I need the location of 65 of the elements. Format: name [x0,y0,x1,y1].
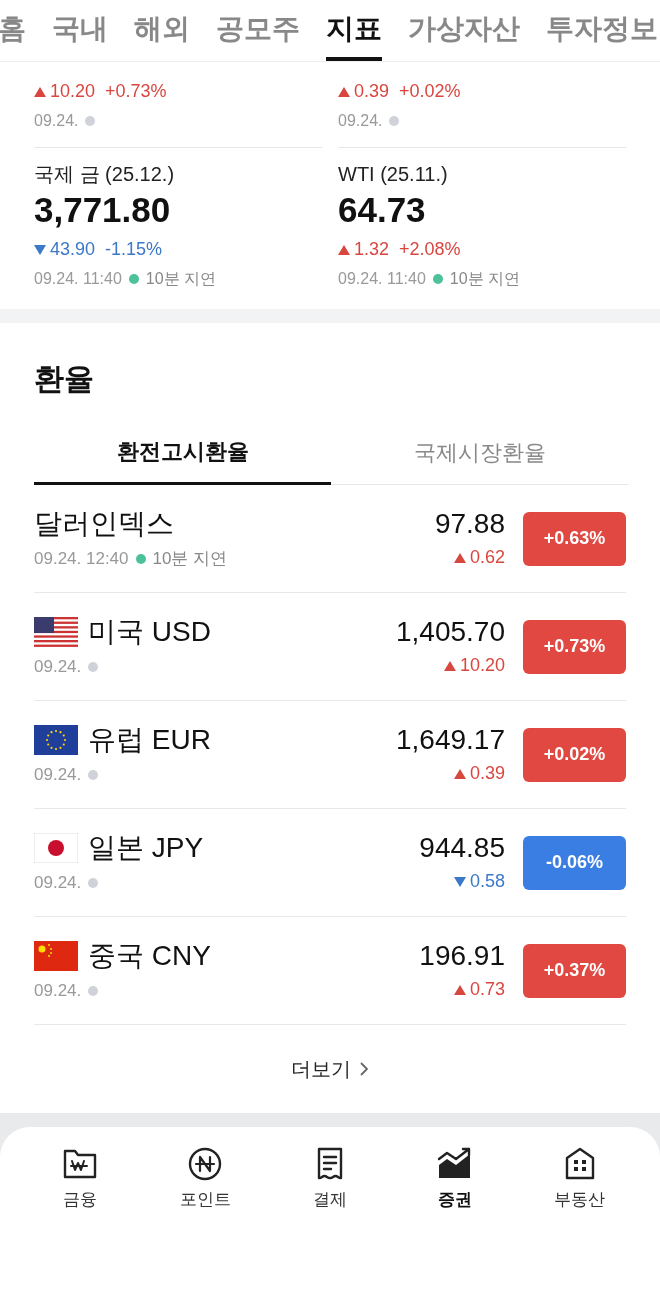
exchange-tab[interactable]: 국제시장환율 [331,421,628,485]
eu-flag-icon [34,724,78,755]
jp-flag-icon [34,832,78,863]
change-amount: 1.32 [354,238,390,261]
timestamp: 09.24. 12:40 [34,547,129,570]
top-tab[interactable]: 국내 [52,1,108,61]
nav-item[interactable]: 금융 [30,1145,131,1213]
top-tab[interactable]: 공모주 [216,1,300,61]
change-percent-badge: -0.06% [523,835,626,890]
exchange-tab[interactable]: 환전고시환율 [34,421,331,485]
delay-label: 10분 지연 [449,269,521,289]
indicator-value: 3,771.80 [34,189,172,231]
change-percent: -1.15% [105,238,163,261]
exchange-rate: 97.88 [434,507,505,541]
change-amount: 0.73 [469,978,505,1001]
nav-item[interactable]: 포인트 [155,1145,256,1213]
chevron-right-icon [359,1061,369,1077]
exchange-rate: 196.91 [419,939,505,973]
change-amount: 0.39 [354,80,390,103]
change-percent: +2.08% [399,238,461,261]
timestamp: 09.24. [34,655,82,678]
currency-name: 중국 CNY [88,938,211,973]
top-tab[interactable]: 가상자산 [408,1,520,61]
timestamp: 09.24. [34,111,79,131]
exchange-rate: 944.85 [419,831,505,865]
exchange-rate: 1,649.17 [396,723,505,757]
change-amount: 43.90 [50,238,96,261]
timestamp: 09.24. [34,763,82,786]
timestamp: 09.24. [34,979,82,1002]
indicator-value: 64.73 [338,189,427,231]
nav-item[interactable]: 결제 [280,1145,380,1213]
delay-label: 10분 지연 [152,547,228,570]
indicator-name: 국제 금 (25.12.) [34,162,176,187]
change-percent: +0.02% [399,80,461,103]
timestamp: 09.24. [34,871,82,894]
cn-flag-icon [34,940,78,971]
exchange-rate: 1,405.70 [396,615,505,649]
change-percent-badge: +0.63% [523,511,626,566]
section-title: 환율 [34,361,95,397]
change-percent-badge: +0.02% [523,727,626,782]
change-amount: 0.39 [469,762,505,785]
top-tab[interactable]: 해외 [134,1,190,61]
change-amount: 0.62 [469,546,505,569]
timestamp: 09.24. [338,111,383,131]
top-tab[interactable]: 투자정보 [546,1,658,61]
more-link[interactable]: 더보기 [291,1054,369,1084]
change-amount: 10.20 [50,80,96,103]
timestamp: 09.24. 11:40 [34,269,122,289]
delay-label: 10분 지연 [145,269,217,289]
change-percent: +0.73% [105,80,167,103]
change-percent-badge: +0.37% [523,943,626,998]
us-flag-icon [34,616,78,647]
nav-item[interactable]: 부동산 [529,1145,630,1213]
currency-name: 미국 USD [88,614,211,649]
change-amount: 10.20 [459,654,505,677]
indicator-name: WTI (25.11.) [338,162,449,187]
currency-name: 달러인덱스 [34,506,174,541]
change-percent-badge: +0.73% [523,619,626,674]
change-amount: 0.58 [469,870,505,893]
top-tab[interactable]: 지표 [326,1,382,61]
currency-name: 일본 JPY [88,830,204,865]
nav-item[interactable]: 증권 [404,1145,505,1213]
top-tab[interactable]: 홈 [0,1,26,61]
currency-name: 유럽 EUR [88,722,211,757]
timestamp: 09.24. 11:40 [338,269,426,289]
